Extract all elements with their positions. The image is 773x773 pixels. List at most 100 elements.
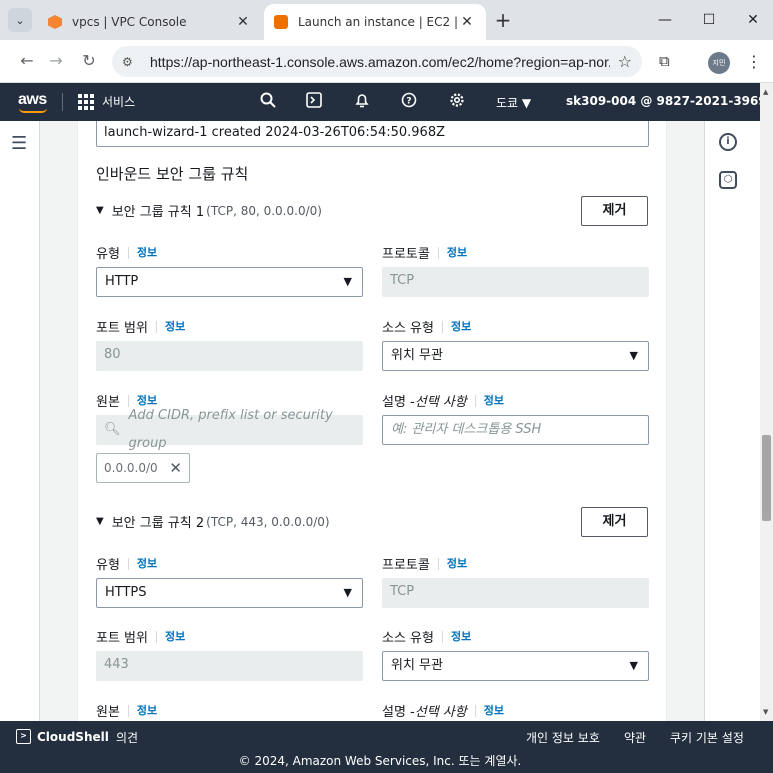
extensions-icon[interactable]: ⧉ [659, 52, 670, 70]
rule-1-meta: (TCP, 80, 0.0.0.0/0) [206, 203, 322, 218]
account-menu[interactable]: sk309-004 @ 9827-2021-3969 ▼ [566, 94, 773, 108]
info-link[interactable]: 정보 [127, 557, 157, 570]
browser-tab-vpcs[interactable]: vpcs | VPC Console ✕ [38, 4, 262, 40]
services-label: 서비스 [102, 95, 136, 109]
minimize-icon[interactable]: — [643, 6, 687, 34]
aws-top-nav: aws 서비스 ? 도쿄 ▼ sk309-004 @ 9827-2021-396… [0, 83, 773, 121]
services-menu-button[interactable]: 서비스 [78, 93, 135, 110]
cloudshell-icon[interactable] [303, 92, 325, 114]
address-bar[interactable]: ⚙ https://ap-northeast-1.console.aws.ama… [112, 46, 642, 77]
close-tab-icon[interactable]: ✕ [234, 14, 252, 30]
scroll-up-icon[interactable]: ▲ [763, 88, 768, 96]
info-link[interactable]: 정보 [155, 320, 185, 333]
type-label: 유형 정보 [96, 245, 158, 262]
svg-text:?: ? [406, 97, 411, 107]
dropdown-caret-icon: ▼ [343, 275, 352, 288]
security-group-description-input[interactable]: launch-wizard-1 created 2024-03-26T06:54… [96, 121, 649, 147]
chevron-down-icon: ▼ [521, 96, 532, 110]
notifications-bell-icon[interactable] [351, 92, 373, 114]
source-cidr-token: 0.0.0.0/0 ✕ [96, 453, 190, 483]
rule-1-protocol-field: TCP [382, 267, 649, 297]
region-selector[interactable]: 도쿄 ▼ [496, 94, 531, 111]
rule-2-title: 보안 그룹 규칙 2 [111, 516, 205, 531]
bookmark-star-icon[interactable]: ☆ [618, 52, 632, 71]
info-link[interactable]: 정보 [441, 320, 471, 333]
privacy-link[interactable]: 개인 정보 보호 [526, 729, 600, 746]
rule-2-port-field: 443 [96, 651, 363, 681]
info-link[interactable]: 정보 [127, 246, 157, 259]
info-link[interactable]: 정보 [474, 704, 504, 717]
account-label: sk309-004 @ 9827-2021-3969 [566, 94, 767, 108]
rule-1-source-type-select[interactable]: 위치 무관 ▼ [382, 341, 649, 371]
cloudshell-button[interactable]: > CloudShell [16, 729, 109, 744]
tab-search-dropdown-icon[interactable]: ⌄ [8, 8, 32, 32]
rule-1-source-search-input[interactable]: 🔍︎ Add CIDR, prefix list or security gro… [96, 408, 363, 451]
browser-toolbar: ← → ↻ ⚙ https://ap-northeast-1.console.a… [0, 40, 773, 83]
aws-logo[interactable]: aws [18, 91, 47, 113]
source-label: 원본 정보 [96, 703, 158, 720]
remove-token-icon[interactable]: ✕ [169, 454, 182, 482]
main-content: ☰ launch-wizard-1 created 2024-03-26T06:… [0, 121, 760, 721]
page-scrollbar[interactable]: ▲ ▼ [760, 83, 773, 721]
info-panel-icon[interactable]: i [719, 133, 737, 151]
close-tab-icon[interactable]: ✕ [458, 14, 476, 30]
region-label: 도쿄 [496, 96, 519, 110]
services-grid-icon [78, 93, 94, 110]
expand-caret-icon[interactable]: ▼ [96, 516, 104, 527]
rule-2-type-select[interactable]: HTTPS ▼ [96, 578, 363, 608]
source-type-label: 소스 유형 정보 [382, 629, 472, 646]
info-link[interactable]: 정보 [155, 630, 185, 643]
source-type-label: 소스 유형 정보 [382, 319, 472, 336]
rule-1-description-input[interactable]: 예: 관리자 데스크톱용 SSH [382, 415, 649, 445]
forward-icon[interactable]: → [45, 50, 67, 72]
description-label: 설명 - 선택 사항 정보 [382, 393, 504, 410]
scrollbar-thumb[interactable] [762, 435, 771, 521]
search-icon[interactable] [257, 92, 279, 114]
dropdown-caret-icon: ▼ [629, 659, 638, 672]
copyright-text: © 2024, Amazon Web Services, Inc. 또는 계열사… [238, 754, 522, 768]
protocol-label: 프로토콜 정보 [382, 556, 468, 573]
rule-1-port-field: 80 [96, 341, 363, 371]
type-label: 유형 정보 [96, 556, 158, 573]
remove-rule-2-button[interactable]: 제거 [581, 507, 648, 537]
site-info-icon[interactable]: ⚙ [122, 55, 142, 69]
settings-gear-icon[interactable] [446, 92, 468, 114]
info-link[interactable]: 정보 [474, 394, 504, 407]
tab-title: Launch an instance | EC2 | ap- [298, 15, 458, 29]
remove-rule-1-button[interactable]: 제거 [581, 196, 648, 226]
profile-avatar[interactable]: 지민 [708, 52, 730, 74]
rule-2-header[interactable]: ▼ 보안 그룹 규칙 2 (TCP, 443, 0.0.0.0/0) [96, 512, 330, 532]
cookie-preferences-link[interactable]: 쿠키 기본 설정 [670, 729, 744, 746]
aws-footer: > CloudShell 의견 개인 정보 보호 약관 쿠키 기본 설정 © 2… [0, 721, 773, 773]
tools-hexagon-icon[interactable]: ⬡ [719, 171, 737, 189]
rule-2-source-type-select[interactable]: 위치 무관 ▼ [382, 651, 649, 681]
expand-caret-icon[interactable]: ▼ [96, 205, 104, 216]
info-link[interactable]: 정보 [437, 557, 467, 570]
maximize-icon[interactable]: ☐ [687, 6, 731, 34]
scroll-down-icon[interactable]: ▼ [763, 708, 768, 716]
feedback-link[interactable]: 의견 [116, 729, 138, 746]
terminal-icon: > [16, 729, 31, 744]
menu-hamburger-icon[interactable]: ☰ [11, 133, 27, 154]
new-tab-icon[interactable]: + [492, 8, 514, 32]
terms-link[interactable]: 약관 [624, 729, 646, 746]
browser-tab-launch-instance[interactable]: Launch an instance | EC2 | ap- ✕ [264, 4, 486, 40]
protocol-label: 프로토콜 정보 [382, 245, 468, 262]
info-link[interactable]: 정보 [127, 704, 157, 717]
browser-tab-strip: ⌄ vpcs | VPC Console ✕ Launch an instanc… [0, 0, 773, 40]
reload-icon[interactable]: ↻ [78, 50, 100, 72]
rule-1-type-select[interactable]: HTTP ▼ [96, 267, 363, 297]
right-side-rail: i ⬡ [704, 121, 760, 721]
back-icon[interactable]: ← [16, 50, 38, 72]
close-window-icon[interactable]: ✕ [731, 6, 773, 34]
browser-menu-icon[interactable]: ⋮ [746, 52, 762, 71]
info-link[interactable]: 정보 [437, 246, 467, 259]
rule-1-title: 보안 그룹 규칙 1 [111, 205, 205, 220]
help-icon[interactable]: ? [398, 92, 420, 114]
info-link[interactable]: 정보 [441, 630, 471, 643]
rule-2-protocol-field: TCP [382, 578, 649, 608]
rule-1-header[interactable]: ▼ 보안 그룹 규칙 1 (TCP, 80, 0.0.0.0/0) [96, 201, 322, 221]
dropdown-caret-icon: ▼ [629, 349, 638, 362]
dropdown-caret-icon: ▼ [343, 586, 352, 599]
url-text[interactable]: https://ap-northeast-1.console.aws.amazo… [150, 54, 610, 70]
